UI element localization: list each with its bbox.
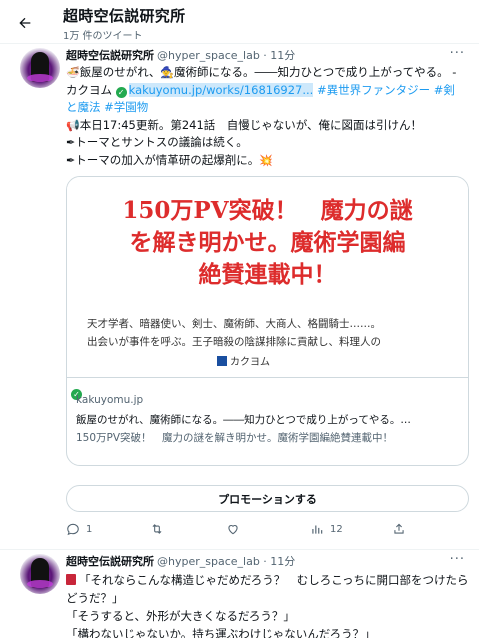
like-icon <box>228 525 238 535</box>
rice-bowl-icon: 🍜 <box>66 66 80 79</box>
reply-icon <box>67 523 79 536</box>
tweet[interactable]: 超時空伝説研究所 @hyper_space_lab · 11分 ··· 「それなら… <box>0 550 479 638</box>
profile-header: 超時空伝説研究所 1万 件のツイート <box>0 0 479 44</box>
views-count: 12 <box>330 523 343 535</box>
hashtag-school[interactable]: #学園物 <box>104 100 148 114</box>
avatar[interactable] <box>20 48 60 88</box>
card-description: 天才学者、暗器使い、剣士、魔術師、大商人、格闘騎士……。 出会いが事件を呼ぶ。王… <box>87 318 381 348</box>
card-domain: kakuyomu.jp <box>76 394 144 406</box>
tweet[interactable]: 超時空伝説研究所 @hyper_space_lab · 11分 ··· 🍜飯屋のせ… <box>0 44 479 550</box>
promote-button[interactable]: プロモーションする <box>66 485 469 512</box>
retweet-icon <box>152 524 162 534</box>
hashtag-isekai[interactable]: #異世界ファンタジー <box>317 83 430 97</box>
reply-count: 1 <box>86 523 93 535</box>
pen-icon: ✒ <box>66 136 76 149</box>
tweet-count: 1万 件のツイート <box>63 31 143 42</box>
share-icon <box>394 523 404 534</box>
link-card[interactable]: 150万PV突破！ 魔力の謎 を解き明かせ。魔術学園編 絶賛連載中！ 天才学者、… <box>66 176 469 466</box>
boom-icon: 💥 <box>259 153 273 167</box>
mage-icon: 🧙 <box>160 66 175 79</box>
tweet-link[interactable]: kakuyomu.jp/works/16816927... <box>128 82 314 97</box>
card-summary: 150万PV突破！ 魔力の謎を解き明かせ。魔術学園編絶賛連載中！ <box>76 432 394 444</box>
more-icon[interactable]: ··· <box>450 46 465 61</box>
views-button[interactable]: 12 <box>310 522 343 536</box>
card-title: 飯屋のせがれ、魔術師になる。――知力ひとつで成り上がってやる。… <box>76 414 411 426</box>
avatar[interactable] <box>20 554 60 594</box>
verified-check-icon: ✓ <box>115 86 127 98</box>
tweet-text: 「それならこんな構造じゃだめだろう？ むしろこっちに開口部をつけたらどうだ？」 … <box>66 573 469 638</box>
tweet-author: 超時空伝説研究所 @hyper_space_lab · 11分 <box>66 553 295 569</box>
tweet-text: 🍜飯屋のせがれ、🧙魔術師になる。――知力ひとつで成り上がってやる。 - カクヨム… <box>66 64 466 169</box>
author-handle-time[interactable]: @hyper_space_lab · 11分 <box>157 49 295 62</box>
profile-name: 超時空伝説研究所 <box>63 7 186 25</box>
card-headline: 150万PV突破！ 魔力の謎 を解き明かせ。魔術学園編 絶賛連載中！ <box>122 197 413 288</box>
tweet-actions: 1 12 <box>66 522 469 542</box>
card-image[interactable]: 150万PV突破！ 魔力の謎 を解き明かせ。魔術学園編 絶賛連載中！ 天才学者、… <box>67 177 468 368</box>
reply-button[interactable]: 1 <box>66 522 92 536</box>
tweet-author: 超時空伝説研究所 @hyper_space_lab · 11分 <box>66 47 295 63</box>
like-button[interactable] <box>226 522 246 536</box>
more-icon[interactable]: ··· <box>450 552 465 567</box>
book-icon <box>66 574 76 585</box>
views-icon <box>312 525 323 534</box>
author-name[interactable]: 超時空伝説研究所 <box>66 49 154 62</box>
megaphone-icon: 📢 <box>66 118 80 132</box>
share-button[interactable] <box>392 522 406 536</box>
retweet-button[interactable] <box>150 522 170 536</box>
author-name[interactable]: 超時空伝説研究所 <box>66 555 154 568</box>
pen-icon: ✒ <box>66 153 76 167</box>
author-handle-time[interactable]: @hyper_space_lab · 11分 <box>157 555 295 568</box>
card-divider <box>67 377 468 378</box>
back-arrow-icon[interactable] <box>14 12 36 34</box>
kakuyomu-logo-icon: カクヨム <box>217 353 270 368</box>
